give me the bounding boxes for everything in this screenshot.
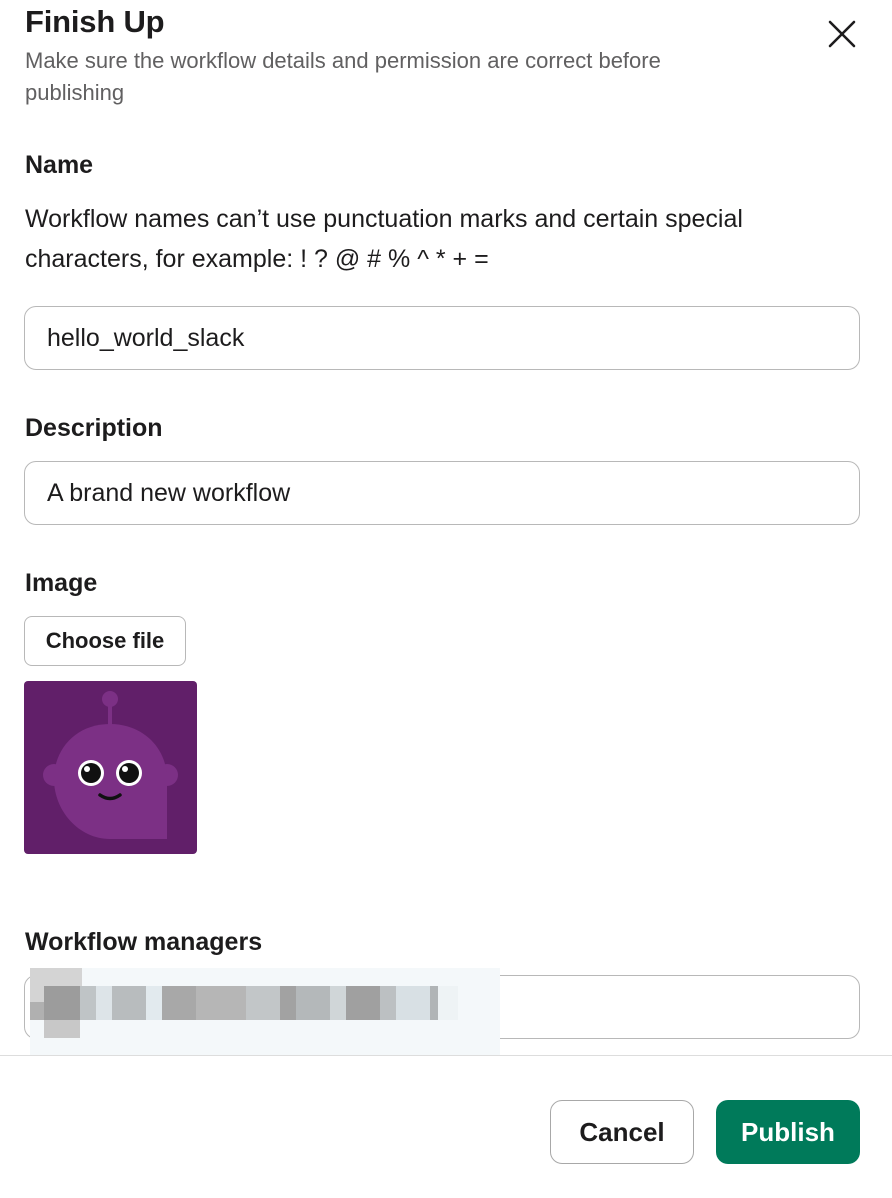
close-icon bbox=[828, 20, 856, 48]
description-label: Description bbox=[25, 414, 163, 442]
name-input[interactable] bbox=[24, 306, 860, 370]
robot-avatar-icon bbox=[24, 681, 197, 854]
description-input[interactable] bbox=[24, 461, 860, 525]
close-button[interactable] bbox=[820, 12, 864, 56]
name-help-text: Workflow names can’t use punctuation mar… bbox=[25, 205, 743, 273]
workflow-managers-label: Workflow managers bbox=[25, 928, 263, 956]
cancel-button[interactable]: Cancel bbox=[550, 1100, 694, 1164]
image-preview bbox=[24, 681, 197, 854]
image-label: Image bbox=[25, 569, 98, 597]
footer-divider bbox=[0, 1055, 892, 1056]
name-label: Name bbox=[25, 151, 94, 179]
publish-button[interactable]: Publish bbox=[716, 1100, 860, 1164]
choose-file-button[interactable]: Choose file bbox=[24, 616, 186, 666]
dialog-title: Finish Up bbox=[25, 4, 165, 39]
finish-up-dialog: Finish Up Make sure the workflow details… bbox=[0, 0, 892, 1198]
dialog-subtitle: Make sure the workflow details and permi… bbox=[25, 48, 661, 105]
redacted-user-chips bbox=[30, 968, 500, 1056]
